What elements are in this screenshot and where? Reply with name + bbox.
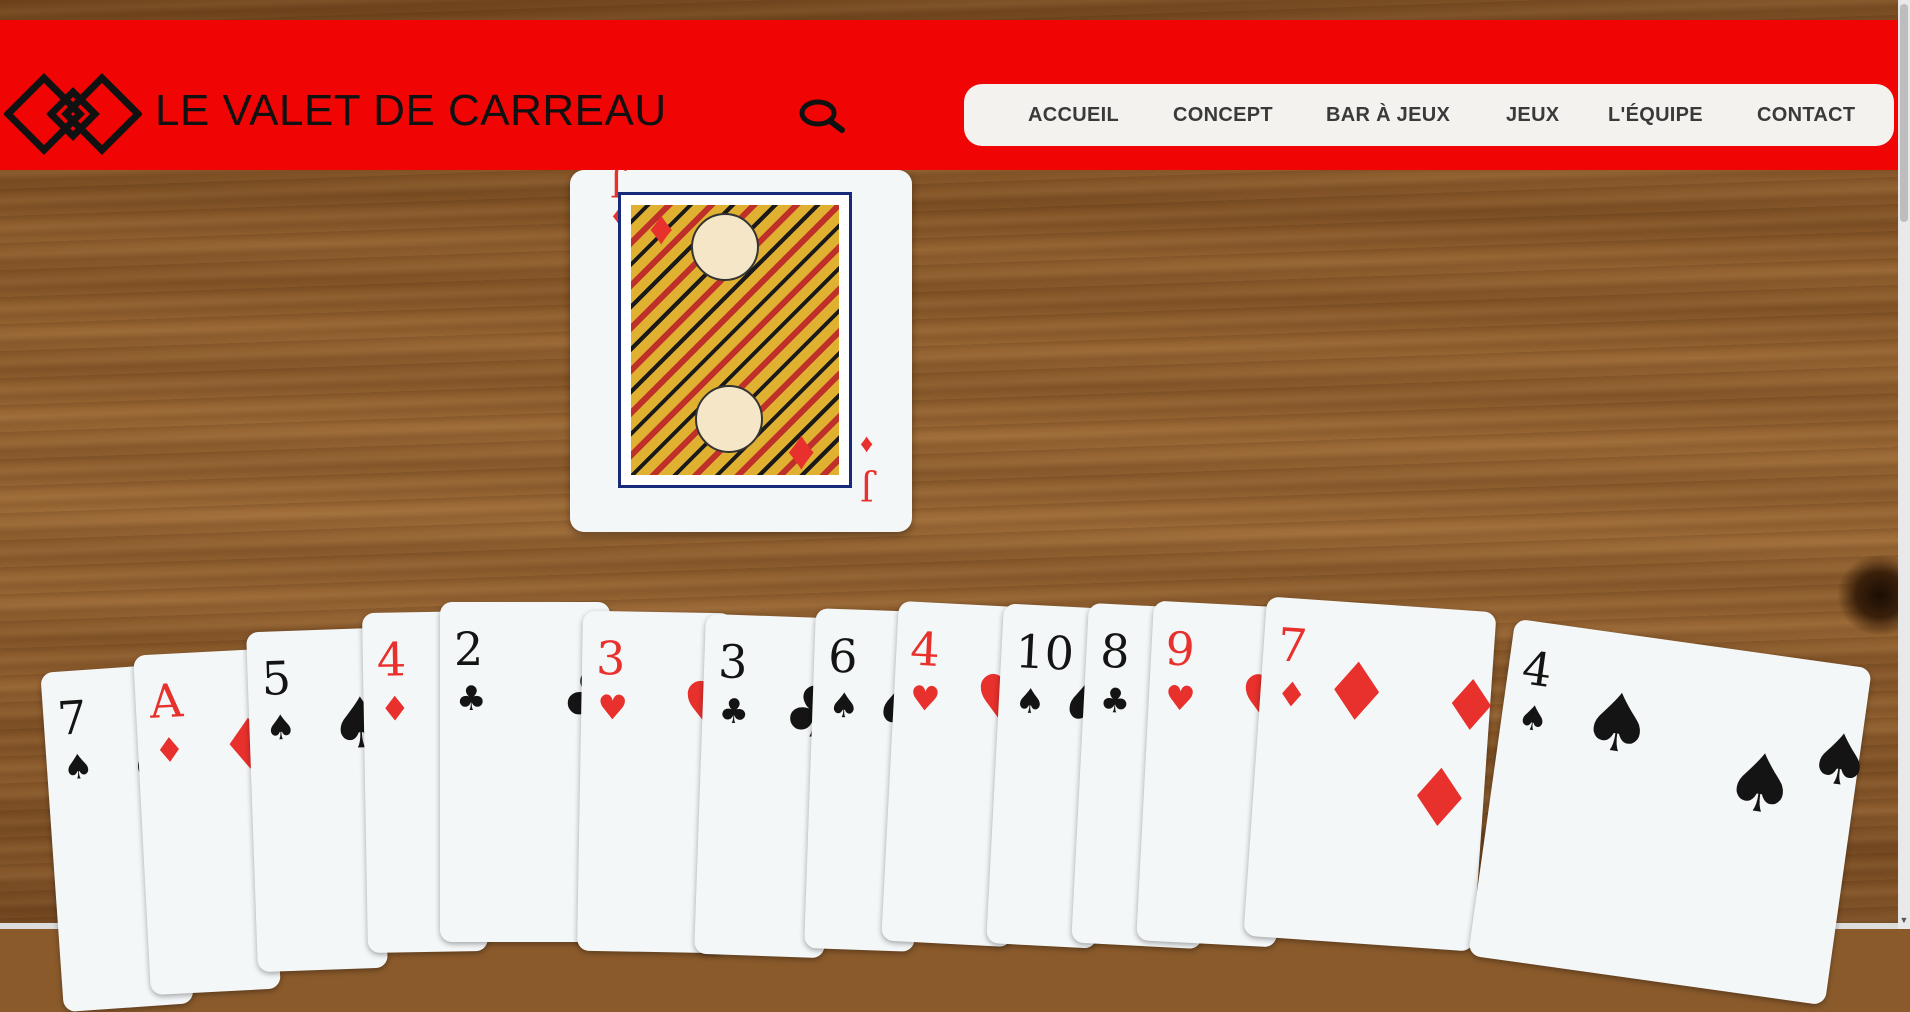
card-pip: ♠ (1575, 672, 1660, 775)
card-rank: 8 (1099, 623, 1132, 679)
card-suit: ♣ (456, 679, 487, 719)
card-rank: 6 (827, 628, 859, 684)
nav-item-contact[interactable]: CONTACT (1757, 104, 1855, 127)
card-rank: 9 (1164, 621, 1197, 677)
card-pip: ♦ (1437, 662, 1506, 749)
wood-knot (1838, 555, 1898, 635)
card-suit: ♠ (61, 746, 95, 789)
card-suit: ♠ (1514, 697, 1551, 741)
card-rank: 7 (1275, 617, 1309, 674)
card-pip: ♦ (1400, 749, 1479, 848)
nav-item-bar-a-jeux[interactable]: BAR À JEUX (1326, 104, 1450, 127)
playing-card: 7 ♦ ♦ ♦ ♦ (1243, 596, 1506, 952)
search-icon[interactable] (798, 96, 846, 136)
card-pip: ♠ (1803, 715, 1878, 806)
nav-item-equipe[interactable]: L'ÉQUIPE (1608, 104, 1703, 127)
card-suit: ♦ (1274, 674, 1309, 717)
featured-card-jack: J ♦ ♦ ♦ ♦ J (570, 164, 912, 532)
card-rank: 5 (260, 650, 292, 706)
nav-item-concept[interactable]: CONCEPT (1173, 104, 1273, 127)
card-suit: ♠ (1013, 681, 1047, 723)
card-suit: ♥ (1163, 678, 1197, 720)
scrollbar-thumb[interactable] (1900, 4, 1908, 222)
card-suit: ♠ (827, 685, 860, 727)
card-suit: ♣ (1098, 680, 1132, 723)
jack-artwork: ♦ ♦ (618, 192, 852, 488)
card-rank: 4 (1518, 640, 1556, 698)
nav-item-accueil[interactable]: ACCUEIL (1028, 104, 1119, 127)
scroll-down-arrow-icon[interactable]: ▼ (1899, 915, 1909, 925)
card-pip: ♠ (1718, 732, 1803, 835)
featured-card-suit-bottom: ♦ (860, 428, 874, 458)
brand-name[interactable]: LE VALET DE CARREAU (155, 86, 667, 136)
jack-inner-diamond-bottom: ♦ (787, 418, 816, 481)
card-suit: ♣ (717, 691, 750, 733)
card-rank: 4 (909, 621, 942, 677)
site-header: LE VALET DE CARREAU ACCUEIL CONCEPT BAR … (0, 20, 1898, 170)
main-nav: ACCUEIL CONCEPT BAR À JEUX JEUX L'ÉQUIPE… (964, 84, 1894, 146)
card-rank: 3 (717, 634, 749, 690)
nav-item-jeux[interactable]: JEUX (1506, 104, 1559, 127)
playing-card: 4 ♠ ♠ ♠ ♠ (1468, 618, 1877, 1006)
vertical-scrollbar[interactable]: ▼ (1898, 0, 1910, 929)
card-suit: ♥ (908, 678, 942, 721)
card-suit: ♦ (153, 730, 186, 772)
card-rank: A (148, 673, 185, 729)
card-rank: 3 (595, 630, 626, 686)
card-pip: ♦ (1317, 643, 1396, 742)
card-rank: 7 (55, 689, 89, 746)
card-suit: ♦ (379, 689, 411, 730)
card-rank: 2 (454, 622, 484, 676)
jack-inner-diamond-top: ♦ (649, 202, 674, 255)
card-suit: ♠ (264, 707, 297, 749)
featured-card-rank-bottom: J (860, 468, 874, 508)
logo-icon[interactable] (4, 70, 142, 160)
card-rank: 4 (376, 632, 407, 687)
card-suit: ♥ (596, 687, 629, 729)
